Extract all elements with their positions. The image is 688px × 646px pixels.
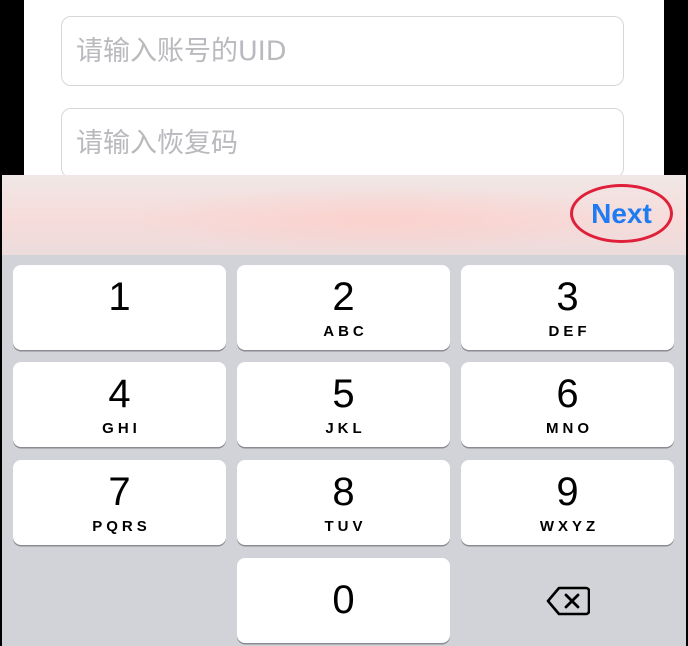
key-letters: WXYZ xyxy=(539,518,600,535)
key-letters: DEF xyxy=(548,323,591,340)
next-button[interactable]: Next xyxy=(570,184,673,243)
key-digit: 2 xyxy=(332,275,355,319)
uid-input[interactable] xyxy=(61,16,624,86)
key-4[interactable]: 4 GHI xyxy=(13,362,226,447)
key-digit: 4 xyxy=(108,372,131,416)
keypad: 1 2 ABC 3 DEF 4 GHI 5 JKL 6 MNO 7 PQRS 8… xyxy=(2,255,686,646)
backspace-key[interactable] xyxy=(461,558,674,643)
key-0[interactable]: 0 xyxy=(237,558,450,643)
key-3[interactable]: 3 DEF xyxy=(461,265,674,350)
key-digit: 5 xyxy=(332,372,355,416)
key-5[interactable]: 5 JKL xyxy=(237,362,450,447)
key-digit: 9 xyxy=(556,470,579,514)
key-9[interactable]: 9 WXYZ xyxy=(461,460,674,545)
key-letters: GHI xyxy=(102,420,141,437)
key-letters: TUV xyxy=(324,518,367,535)
key-6[interactable]: 6 MNO xyxy=(461,362,674,447)
screen: Next 1 2 ABC 3 DEF 4 GHI 5 JKL xyxy=(0,0,688,646)
key-2[interactable]: 2 ABC xyxy=(237,265,450,350)
key-letters: PQRS xyxy=(92,518,151,535)
next-button-label: Next xyxy=(591,197,652,229)
key-digit: 6 xyxy=(556,372,579,416)
keyboard-accessory-bar: Next xyxy=(2,175,686,255)
key-letters: ABC xyxy=(323,323,368,340)
key-7[interactable]: 7 PQRS xyxy=(13,460,226,545)
delete-left-icon xyxy=(546,586,590,615)
recovery-code-input[interactable] xyxy=(61,108,624,178)
key-digit: 3 xyxy=(556,275,579,319)
key-letters: MNO xyxy=(546,420,593,437)
key-8[interactable]: 8 TUV xyxy=(237,460,450,545)
recovery-form xyxy=(24,0,664,178)
key-digit: 1 xyxy=(108,275,131,319)
key-digit: 0 xyxy=(332,578,355,622)
key-digit: 8 xyxy=(332,470,355,514)
key-1[interactable]: 1 xyxy=(13,265,226,350)
key-digit: 7 xyxy=(108,470,131,514)
numeric-keyboard: Next 1 2 ABC 3 DEF 4 GHI 5 JKL 6 MNO 7 P… xyxy=(2,175,686,646)
key-letters: JKL xyxy=(325,420,366,437)
